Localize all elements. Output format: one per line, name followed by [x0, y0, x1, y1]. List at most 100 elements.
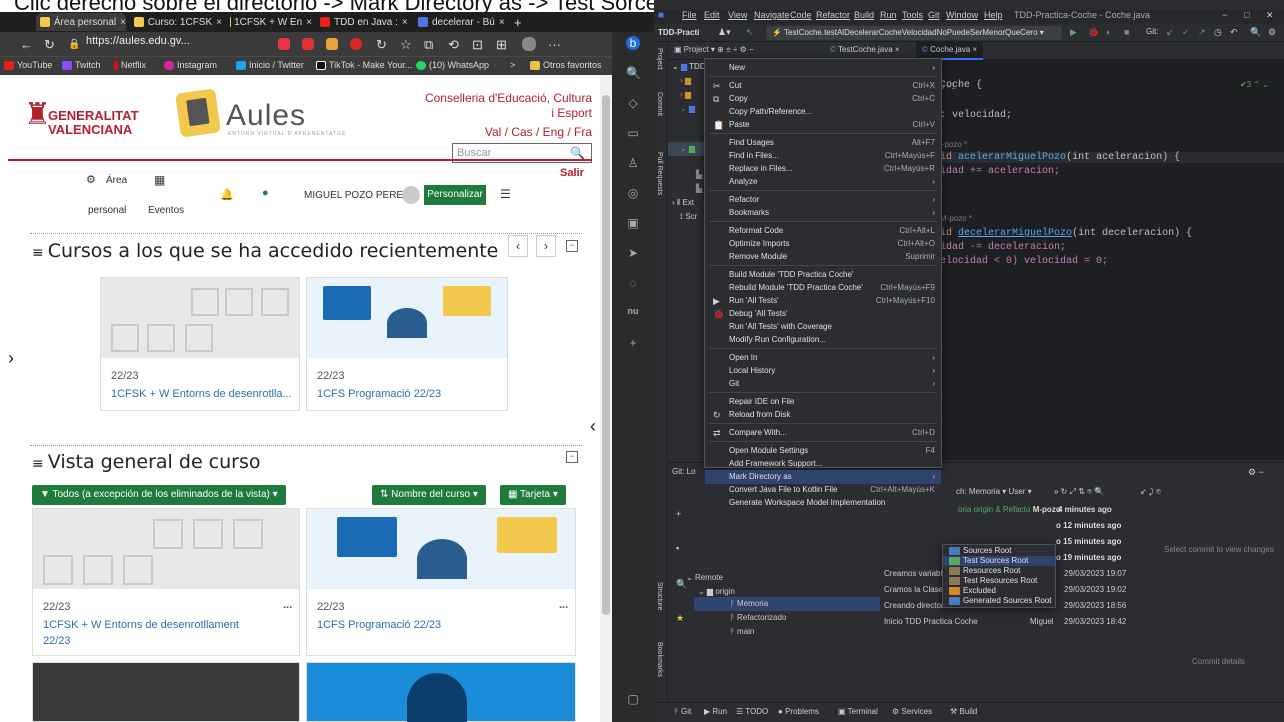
more-options-button[interactable]: ... — [283, 599, 292, 611]
context-menu-item[interactable]: Build Module 'TDD Practica Coche' — [705, 268, 941, 282]
branch-selected[interactable] — [694, 597, 880, 611]
context-menu-item[interactable]: Modify Run Configuration... — [705, 333, 941, 347]
refresh-icon[interactable]: ↻ — [376, 37, 387, 53]
context-menu-item[interactable]: New › — [705, 61, 941, 75]
nav-area-personal[interactable]: Área — [106, 175, 127, 186]
office-icon[interactable]: ▣ — [626, 216, 640, 230]
tree-item[interactable]: › ▆ — [680, 76, 691, 85]
commit-row[interactable]: Creamos variable — [884, 569, 947, 578]
submenu-item[interactable]: Generated Sources Root — [943, 596, 1055, 606]
context-menu-item[interactable]: Add Framework Support... — [705, 457, 941, 471]
chat-icon[interactable]: ● — [262, 187, 269, 199]
sort-dropdown[interactable]: ⇅ Nombre del curso ▾ — [372, 485, 486, 505]
branch-item[interactable]: ᚹ main — [730, 627, 754, 636]
git-detail-toolbar[interactable]: ↙ ⤸ ⍟ — [1140, 487, 1161, 497]
circle-icon[interactable]: ◎ — [626, 186, 640, 200]
menu-run[interactable]: Run — [880, 10, 897, 20]
context-menu-item[interactable]: Git › — [705, 377, 941, 391]
terminal-tool-button[interactable]: ▣ Terminal — [838, 707, 878, 716]
submenu-item[interactable]: Resources Root — [943, 566, 1055, 576]
tree-item[interactable]: ▙ — [696, 170, 702, 179]
tab-testcoche[interactable]: © TestCoche.java × — [830, 45, 900, 54]
commit-row[interactable]: o 19 minutes ago — [1056, 553, 1121, 562]
back-icon[interactable]: ← — [20, 37, 33, 52]
git-update-icon[interactable]: ↙ — [1166, 27, 1174, 38]
menu-build[interactable]: Build — [854, 10, 874, 20]
context-menu-item[interactable]: Local History › — [705, 364, 941, 378]
problems-tool-button[interactable]: ● Problems — [778, 707, 819, 716]
context-menu-item[interactable]: ⇄ Compare With... Ctrl+D — [705, 426, 941, 440]
submenu-item[interactable]: Excluded — [943, 586, 1055, 596]
calendar-icon[interactable]: ▦ — [154, 173, 165, 187]
branch-item[interactable]: ᚹ Memoria — [730, 599, 768, 608]
chevron-right-icon[interactable]: > — [510, 60, 515, 70]
menu-view[interactable]: View — [728, 10, 747, 20]
submenu-item[interactable]: Test Resources Root — [943, 576, 1055, 586]
context-menu-item[interactable]: Replace in Files... Ctrl+Mayús+R — [705, 162, 941, 176]
sidebar-icon[interactable]: ▢ — [626, 692, 640, 706]
git-tool-button[interactable]: ᚹ Git — [674, 707, 691, 716]
browser-tab[interactable]: Área personal × — [36, 13, 126, 31]
context-menu-item[interactable]: 📋 Paste Ctrl+V — [705, 118, 941, 132]
project-view-selector[interactable]: ▣ Project ▾ ⊕ ⩧ ÷ ⚙ − — [674, 45, 754, 55]
course-card[interactable]: 22/23 ... 1CFSK + W Entorns de desenrotl… — [32, 508, 300, 656]
stop-icon[interactable]: ■ — [1124, 27, 1129, 37]
project-selector[interactable]: TDD-Practi — [658, 28, 699, 37]
context-menu-item[interactable]: Mark Directory as › — [705, 470, 941, 484]
browser-tab[interactable]: 1CFSK + W En × — [226, 13, 312, 31]
remote-node[interactable]: ⌄ Remote — [686, 573, 723, 582]
context-menu-item[interactable]: ↻ Reload from Disk — [705, 408, 941, 422]
favorite-icon[interactable]: ★ — [676, 613, 684, 624]
avatar[interactable] — [402, 186, 420, 204]
bell-icon[interactable]: 🔔 — [220, 188, 234, 201]
user-name[interactable]: MIGUEL POZO PEREZ — [304, 190, 409, 201]
services-tool-button[interactable]: ⚙ Services — [892, 707, 932, 716]
branch-filter[interactable]: ch: Memoria ▾ User ▾ — [956, 487, 1032, 496]
git-push-icon[interactable]: ↗ — [1198, 27, 1206, 38]
tree-item[interactable]: ▙ — [696, 184, 702, 193]
course-card[interactable] — [32, 662, 300, 722]
course-card[interactable]: 22/23 ... 1CFS Programació 22/23 — [306, 508, 576, 656]
personalizar-button[interactable]: Personalizar — [424, 185, 486, 205]
history-icon[interactable]: ◷ — [1214, 27, 1222, 38]
browser-tab[interactable]: TDD en Java : × — [316, 13, 410, 31]
page-scrollbar[interactable] — [600, 75, 612, 722]
scratches[interactable]: ⟟ Scr — [680, 212, 697, 222]
project-tree-root[interactable]: ⌄ ▆ TDD — [672, 62, 706, 71]
bookmark-tiktok[interactable]: TikTok - Make Your... — [316, 60, 412, 70]
tag-icon[interactable]: ◇ — [626, 96, 640, 110]
coverage-icon[interactable]: ◐ — [1106, 27, 1111, 37]
debug-icon[interactable]: 🐞 — [1088, 27, 1099, 38]
context-menu-item[interactable]: Reformat Code Ctrl+Alt+L — [705, 224, 941, 238]
context-menu-item[interactable]: Bookmarks › — [705, 206, 941, 220]
run-icon[interactable]: ▶ — [1070, 27, 1077, 38]
todo-tool-button[interactable]: ☰ TODO — [736, 707, 768, 716]
tree-item[interactable]: ⌄ ▆ — [680, 104, 695, 113]
nav-area-personal-label[interactable]: personal — [88, 205, 126, 216]
gear-icon[interactable]: ⚙ — [1268, 27, 1276, 38]
conselleria-link[interactable]: Conselleria d'Educació, Cultura i Esport — [420, 91, 592, 121]
run-tool-button[interactable]: ▶ Run — [704, 707, 727, 716]
view-dropdown[interactable]: ▦ Tarjeta ▾ — [500, 485, 566, 505]
add-icon[interactable]: + — [626, 336, 640, 350]
course-name[interactable]: 1CFS Programació 22/23 — [317, 388, 501, 400]
context-menu-item[interactable]: Find in Files... Ctrl+Mayús+F — [705, 149, 941, 163]
delete-icon[interactable]: ▪ — [676, 543, 679, 553]
inspection-warnings[interactable]: ✔3 ⌃ ⌄ — [1240, 80, 1269, 89]
logout-link[interactable]: Salir — [560, 167, 584, 179]
commit-tool-tab[interactable]: Commit — [656, 92, 663, 116]
git-log-toolbar[interactable]: » ↻ ⤢ ⇅ ⍟ 🔍 — [1054, 487, 1104, 497]
menu-edit[interactable]: Edit — [704, 10, 720, 20]
search-icon[interactable]: 🔍 — [626, 66, 641, 80]
bookmarks-tool-tab[interactable]: Bookmarks — [656, 642, 663, 677]
browser-tab[interactable]: Curso: 1CFSK × — [130, 13, 222, 31]
more-options-button[interactable]: ... — [559, 599, 568, 611]
reload-icon[interactable]: ↻ — [44, 37, 55, 53]
context-menu-item[interactable]: Generate Workspace Model Implementation — [705, 496, 941, 510]
context-menu-item[interactable]: Open In › — [705, 351, 941, 365]
tree-item[interactable]: › ▆ — [680, 90, 691, 99]
next-button[interactable]: › — [536, 235, 556, 257]
context-menu-item[interactable]: Find Usages Alt+F7 — [705, 136, 941, 150]
favorites-icon[interactable]: ☆ — [400, 37, 412, 53]
collapse-icon[interactable]: − — [566, 451, 578, 463]
